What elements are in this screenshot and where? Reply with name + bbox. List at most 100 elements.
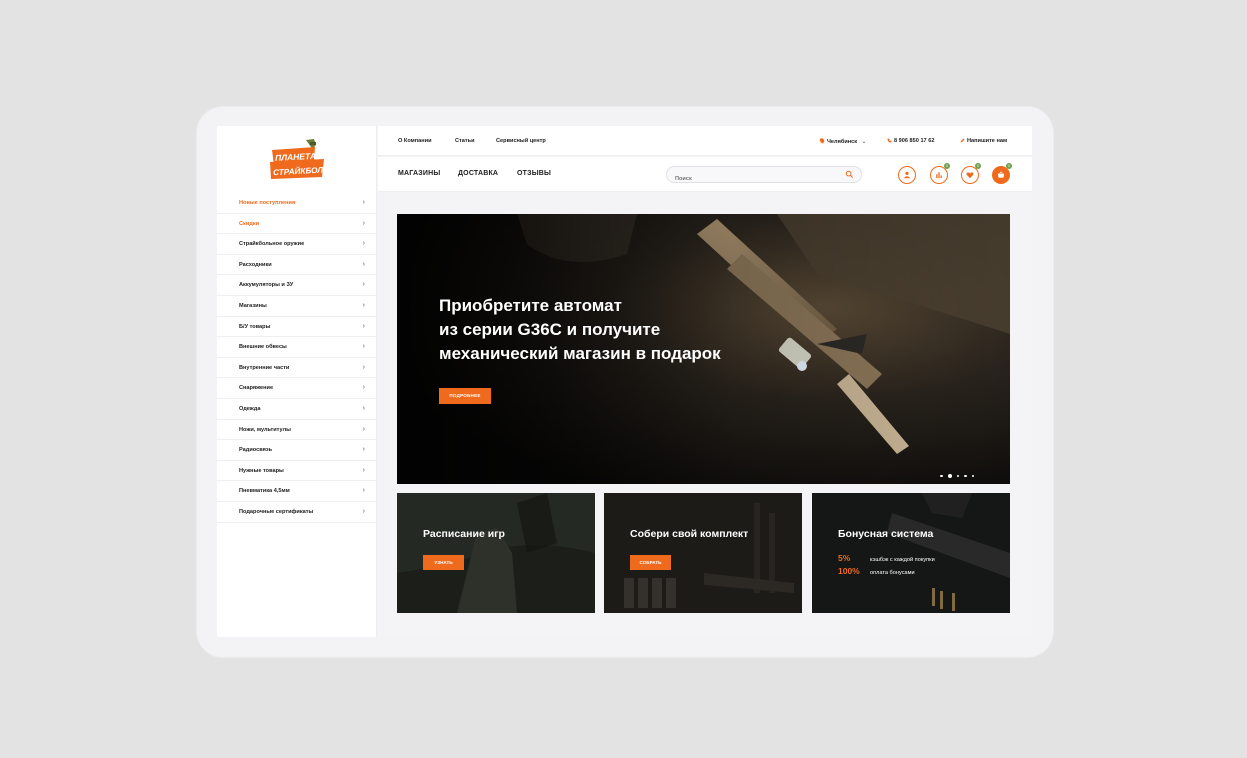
card-image <box>397 493 595 613</box>
sidebar-item[interactable]: Страйкбольное оружие › <box>217 234 377 255</box>
sidebar-item-label: Ножи, мультитулы <box>239 426 291 433</box>
chevron-right-icon: › <box>362 343 365 351</box>
compare-badge: 0 <box>944 163 950 169</box>
hero-banner[interactable]: Приобретите автомат из серии G36C и полу… <box>397 214 1010 484</box>
chevron-down-icon: ⌄ <box>861 139 867 145</box>
sidebar-item[interactable]: Б/У товары › <box>217 317 377 338</box>
write-us-label: Напишите нам <box>967 138 1008 144</box>
search-icon[interactable] <box>845 170 854 179</box>
compare-button[interactable]: 0 <box>930 163 950 184</box>
site-logo[interactable]: ПЛАНЕТА СТРАЙКБОЛА <box>269 138 327 180</box>
hero-more-button[interactable]: ПОДРОБНЕЕ <box>439 388 491 404</box>
sidebar-item-label: Новые поступления <box>239 200 296 206</box>
chevron-right-icon: › <box>362 404 365 412</box>
sidebar-item[interactable]: Внутренние части › <box>217 358 377 379</box>
chevron-right-icon: › <box>362 466 365 474</box>
sidebar-item[interactable]: Ножи, мультитулы › <box>217 420 377 441</box>
card-image <box>604 493 802 613</box>
sidebar-item-label: Внешние обвесы <box>239 344 287 351</box>
chevron-right-icon: › <box>362 301 365 309</box>
hero-title-line: Приобретите автомат <box>439 296 622 315</box>
sidebar-item[interactable]: Снаряжение › <box>217 378 377 399</box>
build-button[interactable]: СОБРАТЬ <box>630 555 671 570</box>
sidebar-item-label: Расходники <box>239 261 272 268</box>
slider-dot[interactable] <box>971 474 974 478</box>
slider-dot[interactable] <box>956 474 959 478</box>
search-input[interactable] <box>667 171 827 187</box>
hero-title-line: из серии G36C и получите <box>439 320 661 339</box>
sidebar-item-label: Снаряжение <box>239 385 274 392</box>
chevron-right-icon: › <box>362 425 365 433</box>
sidebar-item-label: Страйкбольное оружие <box>239 241 305 248</box>
compare-icon <box>936 172 942 179</box>
category-menu: Новые поступления › Скидки › Страйкбольное о… <box>217 193 377 523</box>
chevron-right-icon: › <box>362 487 365 495</box>
chevron-right-icon: › <box>362 363 365 371</box>
sidebar-item[interactable]: Одежда › <box>217 399 377 420</box>
slider-dot[interactable] <box>964 474 967 478</box>
pencil-icon <box>960 138 965 143</box>
top-bar: О Компании Статьи Сервисный центр Челяби… <box>378 126 1032 156</box>
card-title: Собери свой комплект <box>630 528 749 540</box>
link-articles[interactable]: Статьи <box>455 138 475 144</box>
card-title: Расписание игр <box>423 528 505 540</box>
user-icon <box>903 171 911 179</box>
chevron-right-icon: › <box>362 507 365 515</box>
main-nav: МАГАЗИНЫ ДОСТАВКА ОТЗЫВЫ 0 0 0 <box>378 157 1032 192</box>
city-name: Челябинск <box>827 139 858 145</box>
card-game-schedule[interactable]: Расписание игр УЗНАТЬ <box>397 493 595 613</box>
sidebar-item[interactable]: Скидки › <box>217 214 377 235</box>
chevron-right-icon: › <box>362 322 365 330</box>
nav-stores[interactable]: МАГАЗИНЫ <box>398 170 440 177</box>
sidebar-item[interactable]: Подарочные сертификаты › <box>217 502 377 523</box>
svg-text:ПЛАНЕТА: ПЛАНЕТА <box>275 151 316 163</box>
sidebar-item-label: Нужные товары <box>239 467 284 474</box>
sidebar-item-label: Подарочные сертификаты <box>239 508 314 515</box>
sidebar-item[interactable]: Магазины › <box>217 296 377 317</box>
location-pin-icon <box>818 137 826 144</box>
account-button[interactable] <box>898 166 916 184</box>
sidebar-item[interactable]: Пневматика 4,5мм › <box>217 481 377 502</box>
sidebar-item[interactable]: Внешние обвесы › <box>217 337 377 358</box>
bonus-value: 100% <box>838 566 860 576</box>
sidebar-item-label: Скидки <box>239 220 260 227</box>
bonus-cashback: 5% кэшбэк с каждой покупки <box>838 553 935 563</box>
sidebar-item[interactable]: Нужные товары › <box>217 461 377 482</box>
sidebar-item-label: Внутренние части <box>239 364 290 371</box>
sidebar-item-label: Б/У товары <box>239 323 271 330</box>
nav-delivery[interactable]: ДОСТАВКА <box>458 170 498 177</box>
card-build-kit[interactable]: Собери свой комплект СОБРАТЬ <box>604 493 802 613</box>
slider-dots <box>935 467 974 484</box>
link-service[interactable]: Сервисный центр <box>496 138 546 144</box>
chevron-right-icon: › <box>362 446 365 454</box>
phone-link[interactable]: 8 906 850 17 62 <box>887 138 934 144</box>
hero-title-line: механический магазин в подарок <box>439 344 721 363</box>
cart-badge: 0 <box>1006 163 1012 169</box>
sidebar-item-label: Радиосвязь <box>239 447 273 454</box>
sidebar-item-label: Одежда <box>239 405 261 412</box>
sidebar-item[interactable]: Радиосвязь › <box>217 440 377 461</box>
chevron-right-icon: › <box>362 240 365 248</box>
bonus-payment: 100% оплата бонусами <box>838 566 915 576</box>
cart-button[interactable]: 0 <box>992 163 1012 184</box>
sidebar-item-label: Магазины <box>239 302 267 309</box>
sidebar-item[interactable]: Расходники › <box>217 255 377 276</box>
bonus-text: кэшбэк с каждой покупки <box>870 557 935 563</box>
website-screen: ПЛАНЕТА СТРАЙКБОЛА Новые поступления › Ски… <box>217 126 1032 637</box>
learn-button[interactable]: УЗНАТЬ <box>423 555 464 570</box>
sidebar-item[interactable]: Аккумуляторы и ЗУ › <box>217 275 377 296</box>
chevron-right-icon: › <box>362 219 365 227</box>
nav-reviews[interactable]: ОТЗЫВЫ <box>517 170 551 177</box>
phone-number: 8 906 850 17 62 <box>894 138 935 144</box>
sidebar-item[interactable]: Новые поступления › <box>217 193 377 214</box>
link-about[interactable]: О Компании <box>398 138 432 144</box>
phone-icon <box>887 138 892 143</box>
chevron-right-icon: › <box>362 281 365 289</box>
write-us-link[interactable]: Напишите нам <box>960 138 1007 144</box>
card-bonus-system[interactable]: Бонусная система 5% кэшбэк с каждой покуп… <box>812 493 1010 613</box>
slider-dot[interactable] <box>940 474 943 478</box>
city-selector[interactable]: Челябинск ⌄ <box>818 137 867 145</box>
slider-dot-active[interactable] <box>947 473 952 478</box>
wishlist-button[interactable]: 0 <box>961 163 981 184</box>
wishlist-badge: 0 <box>975 163 981 169</box>
